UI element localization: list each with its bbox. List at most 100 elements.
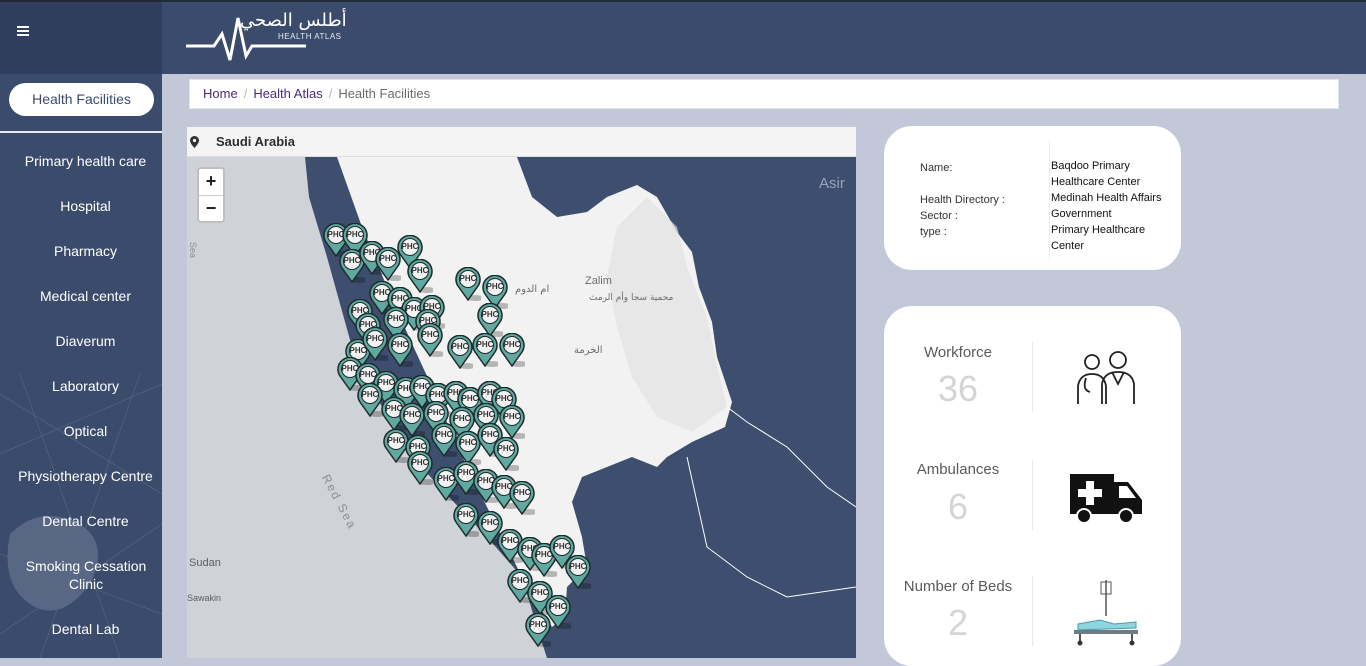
phc-marker[interactable]: PHC bbox=[387, 333, 413, 367]
phc-marker-label: PHC bbox=[503, 412, 521, 421]
sidebar-item-hospital[interactable]: Hospital bbox=[8, 197, 162, 215]
facility-name-value: Baqdoo Primary Healthcare Center bbox=[1051, 160, 1141, 188]
sidebar-item-primary-health-care[interactable]: Primary health care bbox=[8, 152, 162, 170]
health-facilities-pill[interactable]: Health Facilities bbox=[9, 83, 154, 116]
phc-marker[interactable]: PHC bbox=[407, 451, 433, 485]
ambulances-label: Ambulances bbox=[916, 461, 1000, 478]
phc-marker-label: PHC bbox=[346, 230, 364, 239]
map-label-suakin: Sawakin bbox=[187, 593, 222, 603]
sidebar-item-dental-centre[interactable]: Dental Centre bbox=[8, 512, 162, 530]
phc-marker-label: PHC bbox=[391, 340, 409, 349]
phc-marker-label: PHC bbox=[495, 394, 513, 403]
ambulances-divider bbox=[1032, 460, 1033, 530]
sidebar-item-medical-center[interactable]: Medical center bbox=[8, 287, 162, 305]
zoom-in-button[interactable]: + bbox=[199, 169, 223, 196]
phc-marker[interactable]: PHC bbox=[472, 333, 498, 367]
phc-marker-label: PHC bbox=[421, 330, 439, 339]
phc-marker[interactable]: PHC bbox=[509, 481, 535, 515]
sidebar-item-smoking-cessation-clinic[interactable]: Smoking Cessation Clinic bbox=[16, 557, 156, 593]
phc-marker-label: PHC bbox=[569, 562, 587, 571]
facility-info-values: Baqdoo Primary Healthcare Center Medinah… bbox=[1051, 158, 1177, 254]
sidebar-item-pharmacy[interactable]: Pharmacy bbox=[8, 242, 162, 260]
phc-marker-label: PHC bbox=[411, 266, 429, 275]
map-label-asir: Asir bbox=[819, 175, 845, 192]
facility-directory-value: Medinah Health Affairs bbox=[1051, 192, 1162, 204]
phc-marker-label: PHC bbox=[403, 410, 421, 419]
phc-marker-label: PHC bbox=[453, 414, 471, 423]
map-label-umm-al-dawm: ام الدوم bbox=[515, 284, 550, 295]
health-facilities-map[interactable]: + − Asir Zalim ام الدوم محمية سجا وأم ال… bbox=[187, 157, 856, 658]
sidebar-item-physiotherapy-centre[interactable]: Physiotherapy Centre bbox=[8, 467, 162, 485]
facility-name-key-spacer bbox=[920, 176, 1005, 192]
phc-marker-label: PHC bbox=[481, 310, 499, 319]
facility-sector-value: Government bbox=[1051, 208, 1112, 220]
sidebar-divider bbox=[0, 131, 162, 133]
phc-marker-label: PHC bbox=[361, 390, 379, 399]
phc-marker-label: PHC bbox=[401, 242, 419, 251]
top-bar: أطلس الصحي HEALTH ATLAS bbox=[0, 0, 1366, 74]
phc-marker[interactable]: PHC bbox=[357, 383, 383, 417]
map-zoom-control: + − bbox=[197, 167, 225, 223]
sidebar-item-dental-lab[interactable]: Dental Lab bbox=[8, 620, 162, 638]
phc-marker-label: PHC bbox=[387, 314, 405, 323]
phc-marker[interactable]: PHC bbox=[455, 267, 481, 301]
facility-directory-key: Health Directory : bbox=[920, 194, 1005, 206]
workforce-value: 36 bbox=[937, 368, 979, 409]
sidebar-item-optical[interactable]: Optical bbox=[8, 422, 162, 440]
phc-marker-label: PHC bbox=[427, 408, 445, 417]
phc-marker[interactable]: PHC bbox=[499, 333, 525, 367]
phc-marker[interactable]: PHC bbox=[565, 555, 591, 589]
hamburger-icon[interactable] bbox=[17, 26, 29, 36]
sidebar-item-laboratory[interactable]: Laboratory bbox=[8, 377, 162, 395]
phc-marker[interactable]: PHC bbox=[453, 503, 479, 537]
phc-marker-label: PHC bbox=[481, 518, 499, 527]
number-of-beds-label: Number of Beds bbox=[903, 578, 1013, 595]
phc-marker[interactable]: PHC bbox=[447, 335, 473, 369]
sidebar-item-diaverum[interactable]: Diaverum bbox=[8, 332, 162, 350]
map-label-sudan: Sudan bbox=[189, 557, 221, 569]
facility-info-keys: Name: Health Directory : Sector : type : bbox=[920, 160, 1005, 240]
ambulances-value: 6 bbox=[947, 486, 969, 527]
phc-marker-label: PHC bbox=[457, 510, 475, 519]
ambulance-icon bbox=[1070, 474, 1142, 524]
phc-marker[interactable]: PHC bbox=[375, 247, 401, 281]
facility-info-divider bbox=[1049, 140, 1050, 260]
map-location-header: Saudi Arabia bbox=[187, 127, 856, 157]
breadcrumb-health-atlas-link[interactable]: Health Atlas bbox=[253, 86, 322, 101]
map-label-sea-edge: Sea bbox=[188, 241, 199, 259]
phc-marker-label: PHC bbox=[387, 436, 405, 445]
breadcrumb-separator: / bbox=[243, 86, 248, 101]
logo-english-text: HEALTH ATLAS bbox=[278, 32, 342, 41]
phc-marker[interactable]: PHC bbox=[417, 323, 443, 357]
top-bar-left-panel bbox=[0, 2, 162, 74]
phc-marker-label: PHC bbox=[549, 602, 567, 611]
facility-type-key: type : bbox=[920, 226, 947, 238]
phc-marker[interactable]: PHC bbox=[525, 613, 551, 647]
phc-marker-label: PHC bbox=[366, 334, 384, 343]
phc-marker-label: PHC bbox=[459, 274, 477, 283]
breadcrumb-separator: / bbox=[328, 86, 333, 101]
location-pin-icon bbox=[190, 136, 199, 148]
phc-marker-label: PHC bbox=[497, 444, 515, 453]
phc-marker-label: PHC bbox=[409, 442, 427, 451]
phc-marker-label: PHC bbox=[553, 542, 571, 551]
phc-marker-label: PHC bbox=[486, 282, 504, 291]
breadcrumb-current: Health Facilities bbox=[338, 86, 431, 101]
facility-info-card: Name: Health Directory : Sector : type :… bbox=[884, 126, 1181, 270]
breadcrumb-home-link[interactable]: Home bbox=[203, 86, 238, 101]
facility-sector-key: Sector : bbox=[920, 210, 958, 222]
number-of-beds-value: 2 bbox=[947, 602, 969, 643]
map-label-reserve: محمية سجا وأم الرمث bbox=[589, 293, 674, 303]
phc-marker[interactable]: PHC bbox=[362, 327, 388, 361]
map-label-zalim: Zalim bbox=[585, 275, 612, 287]
phc-marker[interactable]: PHC bbox=[493, 437, 519, 471]
phc-marker-label: PHC bbox=[477, 410, 495, 419]
zoom-out-button[interactable]: − bbox=[199, 196, 223, 222]
facility-type-value: Primary Healthcare Center bbox=[1051, 224, 1146, 252]
workforce-label: Workforce bbox=[923, 344, 993, 361]
facility-stats-card: Workforce 36 Ambulances 6 Number of Beds… bbox=[884, 306, 1181, 666]
phc-marker-label: PHC bbox=[503, 340, 521, 349]
phc-marker-label: PHC bbox=[513, 488, 531, 497]
phc-marker[interactable]: PHC bbox=[477, 303, 503, 337]
phc-marker[interactable]: PHC bbox=[431, 423, 457, 457]
